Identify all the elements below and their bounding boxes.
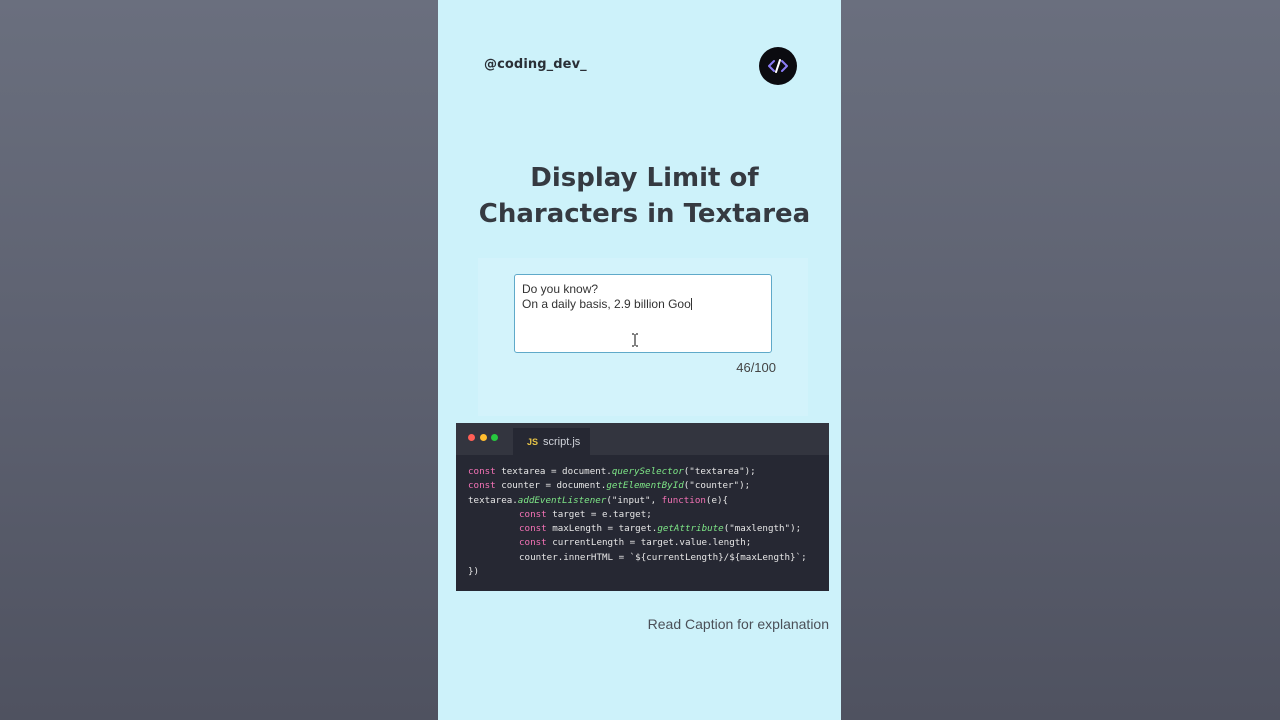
minimize-dot[interactable] — [480, 434, 487, 441]
author-handle: @coding_dev_ — [484, 57, 587, 72]
title-line-1: Display Limit of — [530, 163, 759, 193]
code-line: const maxLength = target.getAttribute("m… — [519, 523, 802, 535]
title-line-2: Characters in Textarea — [478, 199, 811, 229]
code-line: const textarea = document.querySelector(… — [468, 466, 756, 477]
caption-note: Read Caption for explanation — [647, 616, 829, 632]
close-dot[interactable] — [468, 434, 475, 441]
editor-titlebar: JS script.js — [456, 423, 829, 455]
code-line: }) — [468, 566, 480, 578]
page-title: Display Limit of Characters in Textarea — [438, 160, 851, 232]
text-caret — [690, 298, 692, 310]
message-textarea[interactable]: Do you know? On a daily basis, 2.9 billi… — [514, 274, 772, 353]
textarea-line-1: Do you know? — [522, 282, 599, 296]
code-brackets-icon — [759, 47, 797, 85]
code-line: textarea.addEventListener("input", funct… — [468, 494, 729, 506]
background-left — [0, 0, 438, 720]
code-line: const counter = document.getElementById(… — [468, 480, 751, 492]
tab-script-js[interactable]: JS script.js — [513, 428, 590, 455]
code-line: const currentLength = target.value.lengt… — [519, 537, 752, 549]
background-right — [841, 0, 1280, 720]
code-line: const target = e.target; — [519, 508, 652, 520]
code-editor: JS script.js const textarea = document.q… — [456, 423, 829, 591]
maximize-dot[interactable] — [491, 434, 498, 441]
character-counter: 46/100 — [736, 360, 776, 375]
text-cursor-icon — [632, 333, 638, 347]
js-file-icon: JS — [527, 436, 539, 447]
post-card: @coding_dev_ Display Limit of Characters… — [438, 0, 841, 720]
textarea-line-2: On a daily basis, 2.9 billion Goo — [522, 297, 764, 312]
textarea-line-2-text: On a daily basis, 2.9 billion Goo — [522, 297, 691, 311]
code-line: counter.innerHTML = `${currentLength}/${… — [519, 551, 807, 563]
code-block: const textarea = document.querySelector(… — [468, 465, 807, 579]
tab-label: script.js — [543, 435, 581, 448]
